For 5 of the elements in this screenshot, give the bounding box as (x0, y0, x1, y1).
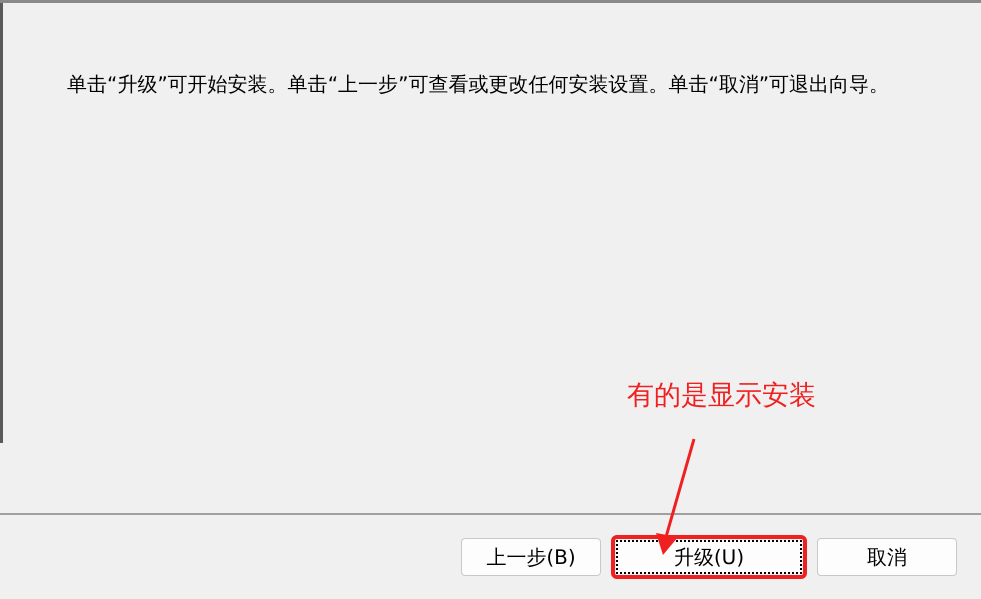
dialog-button[interactable]: 上一步(B) (461, 538, 601, 576)
instruction-text: 单击“升级”可开始安装。单击“上一步”可查看或更改任何安装设置。单击“取消”可退出向导。 (67, 71, 890, 98)
dialog-button[interactable]: 升级(U) (616, 540, 802, 574)
dialog-button[interactable]: 取消 (817, 538, 957, 576)
annotation-text: 有的是显示安装 (627, 379, 816, 413)
